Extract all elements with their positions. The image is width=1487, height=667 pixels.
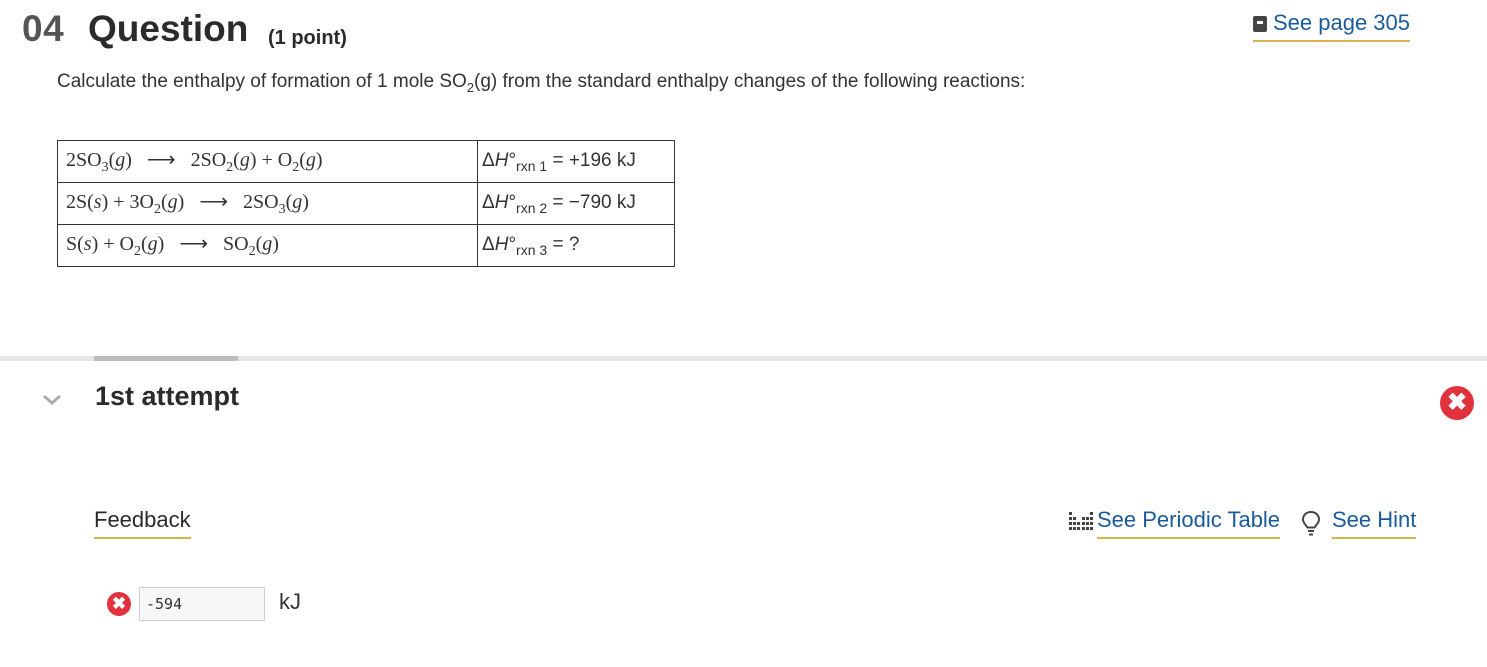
reaction-arrow-icon: ⟶ bbox=[199, 191, 228, 213]
lightbulb-icon bbox=[1301, 510, 1321, 536]
incorrect-answer-icon: ✖ bbox=[107, 592, 131, 616]
see-hint-link[interactable]: See Hint bbox=[1332, 507, 1417, 539]
answer-input[interactable] bbox=[139, 587, 265, 621]
attempt-title: 1st attempt bbox=[95, 381, 240, 411]
see-periodic-table-link[interactable]: See Periodic Table bbox=[1097, 507, 1281, 539]
prompt-text-b: (g) from the standard enthalpy changes o… bbox=[474, 71, 1026, 92]
see-page-label: See page 305 bbox=[1273, 10, 1411, 35]
enthalpy-value: ΔH°rxn 1 = +196 kJ bbox=[477, 140, 675, 183]
reaction-equation: S(s) + O2(g) ⟶ SO2(g) bbox=[57, 224, 478, 267]
feedback-link[interactable]: Feedback bbox=[94, 507, 191, 539]
attempt-tab-indicator bbox=[94, 356, 238, 361]
reactions-table: 2SO3(g) ⟶ 2SO2(g) + O2(g) ΔH°rxn 1 = +19… bbox=[57, 140, 675, 267]
enthalpy-value: ΔH°rxn 3 = ? bbox=[477, 224, 675, 267]
reaction-row: 2S(s) + 3O2(g) ⟶ 2SO3(g) ΔH°rxn 2 = −790… bbox=[57, 182, 675, 225]
reaction-equation: 2SO3(g) ⟶ 2SO2(g) + O2(g) bbox=[57, 140, 478, 183]
reaction-arrow-icon: ⟶ bbox=[146, 149, 176, 171]
question-number: 04 bbox=[22, 8, 65, 49]
prompt-text-a: Calculate the enthalpy of formation of 1… bbox=[57, 71, 467, 92]
see-page-link[interactable]: See page 305 bbox=[1253, 10, 1411, 42]
reaction-row: 2SO3(g) ⟶ 2SO2(g) + O2(g) ΔH°rxn 1 = +19… bbox=[57, 140, 675, 183]
prompt-subscript: 2 bbox=[466, 79, 475, 95]
question-title: Question bbox=[88, 8, 249, 49]
reaction-row: S(s) + O2(g) ⟶ SO2(g) ΔH°rxn 3 = ? bbox=[57, 224, 675, 267]
reaction-equation: 2S(s) + 3O2(g) ⟶ 2SO3(g) bbox=[57, 182, 478, 225]
question-points: (1 point) bbox=[268, 27, 347, 49]
incorrect-status-icon: ✖ bbox=[1440, 386, 1474, 420]
question-prompt: Calculate the enthalpy of formation of 1… bbox=[57, 71, 1025, 95]
ebook-icon bbox=[1253, 15, 1267, 32]
enthalpy-value: ΔH°rxn 2 = −790 kJ bbox=[477, 182, 675, 225]
answer-unit: kJ bbox=[279, 589, 301, 614]
periodic-table-icon bbox=[1069, 512, 1093, 530]
reaction-arrow-icon: ⟶ bbox=[179, 233, 208, 255]
chevron-down-icon[interactable] bbox=[40, 388, 64, 412]
